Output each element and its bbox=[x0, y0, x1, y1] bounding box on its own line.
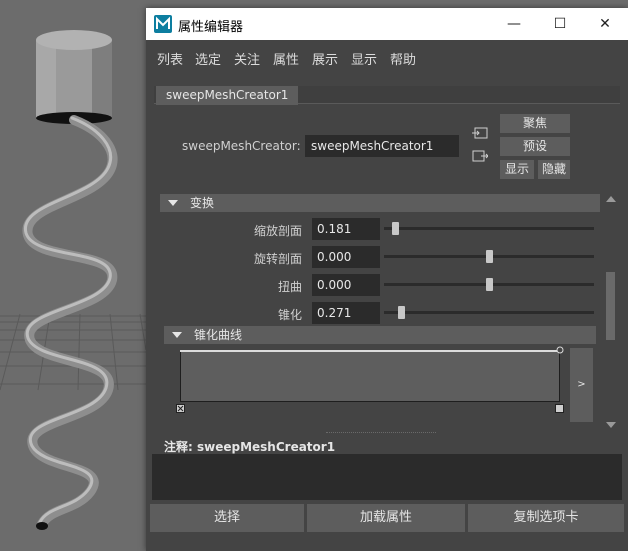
attribute-scrollbar[interactable] bbox=[604, 192, 618, 428]
attr-field-twist[interactable]: 0.000 bbox=[312, 274, 380, 296]
section-taper-curve-title: 锥化曲线 bbox=[194, 328, 243, 342]
cylinder-mesh bbox=[36, 30, 112, 124]
slider-handle[interactable] bbox=[485, 250, 493, 263]
show-button[interactable]: 显示 bbox=[500, 160, 534, 179]
attr-label-taper: 锥化 bbox=[277, 308, 302, 322]
slider-handle[interactable] bbox=[398, 306, 406, 319]
section-transform-title: 变换 bbox=[190, 196, 215, 210]
collapse-triangle-icon bbox=[168, 200, 178, 206]
menu-bar: 列表 选定 关注 属性 展示 显示 帮助 bbox=[146, 40, 628, 74]
collapse-triangle-icon bbox=[172, 332, 182, 338]
tab-sweepmeshcreator[interactable]: sweepMeshCreator1 bbox=[156, 86, 299, 105]
ramp-curve bbox=[180, 350, 560, 352]
menu-display[interactable]: 显示 bbox=[351, 49, 377, 68]
maximize-button[interactable]: ☐ bbox=[537, 8, 583, 40]
slider-scale-profile[interactable] bbox=[384, 222, 594, 235]
section-transform[interactable]: 变换 bbox=[160, 194, 600, 212]
node-name-field[interactable]: sweepMeshCreator1 bbox=[305, 135, 459, 157]
ramp-handle-square-icon[interactable] bbox=[555, 404, 564, 413]
menu-attributes[interactable]: 属性 bbox=[273, 49, 299, 68]
copy-tab-button[interactable]: 复制选项卡 bbox=[468, 504, 624, 532]
node-type-label: sweepMeshCreator: bbox=[182, 139, 301, 153]
title-bar[interactable]: 属性编辑器 — ☐ ✕ bbox=[146, 8, 628, 40]
select-button[interactable]: 选择 bbox=[150, 504, 304, 532]
output-connection-icon[interactable] bbox=[472, 149, 488, 163]
attribute-editor-window: 属性编辑器 — ☐ ✕ 列表 选定 关注 属性 展示 显示 帮助 sweepMe… bbox=[146, 8, 628, 551]
attr-label-rotate-profile: 旋转剖面 bbox=[253, 252, 302, 266]
scroll-down-icon[interactable] bbox=[606, 422, 616, 428]
minimize-button[interactable]: — bbox=[491, 8, 537, 40]
notes-label: 注释: sweepMeshCreator1 bbox=[164, 440, 336, 454]
ground-grid bbox=[0, 313, 147, 391]
scroll-up-icon[interactable] bbox=[606, 196, 616, 202]
attr-field-rotate-profile[interactable]: 0.000 bbox=[312, 246, 380, 268]
menu-help[interactable]: 帮助 bbox=[390, 49, 416, 68]
ramp-end-point-icon[interactable] bbox=[556, 346, 564, 354]
close-button[interactable]: ✕ bbox=[582, 8, 628, 40]
attr-field-scale-profile[interactable]: 0.181 bbox=[312, 218, 380, 240]
maya-app-icon bbox=[154, 15, 172, 33]
scroll-thumb[interactable] bbox=[606, 272, 615, 340]
input-connection-icon[interactable] bbox=[472, 126, 488, 140]
focus-button[interactable]: 聚焦 bbox=[500, 114, 570, 133]
menu-show[interactable]: 展示 bbox=[312, 49, 338, 68]
menu-focus[interactable]: 关注 bbox=[234, 49, 260, 68]
menu-list[interactable]: 列表 bbox=[157, 49, 183, 68]
slider-handle[interactable] bbox=[392, 222, 400, 235]
slider-taper[interactable] bbox=[384, 306, 594, 319]
slider-handle[interactable] bbox=[485, 278, 493, 291]
slider-rotate-profile[interactable] bbox=[384, 250, 594, 263]
hide-button[interactable]: 隐藏 bbox=[538, 160, 570, 179]
notes-textarea[interactable] bbox=[152, 454, 622, 500]
attr-field-taper[interactable]: 0.271 bbox=[312, 302, 380, 324]
section-taper-curve[interactable]: 锥化曲线 bbox=[164, 326, 596, 344]
load-attributes-button[interactable]: 加载属性 bbox=[307, 504, 465, 532]
attr-label-twist: 扭曲 bbox=[277, 280, 302, 294]
presets-button[interactable]: 预设 bbox=[500, 137, 570, 156]
splitter-handle[interactable] bbox=[326, 432, 436, 434]
ramp-expand-button[interactable]: > bbox=[570, 348, 593, 422]
slider-twist[interactable] bbox=[384, 278, 594, 291]
taper-curve-ramp[interactable] bbox=[180, 350, 560, 402]
attr-label-scale-profile: 缩放剖面 bbox=[253, 224, 302, 238]
ramp-delete-point-icon[interactable] bbox=[176, 404, 185, 413]
node-tab-strip: sweepMeshCreator1 bbox=[154, 86, 620, 105]
menu-select[interactable]: 选定 bbox=[195, 49, 221, 68]
window-title: 属性编辑器 bbox=[178, 20, 244, 35]
